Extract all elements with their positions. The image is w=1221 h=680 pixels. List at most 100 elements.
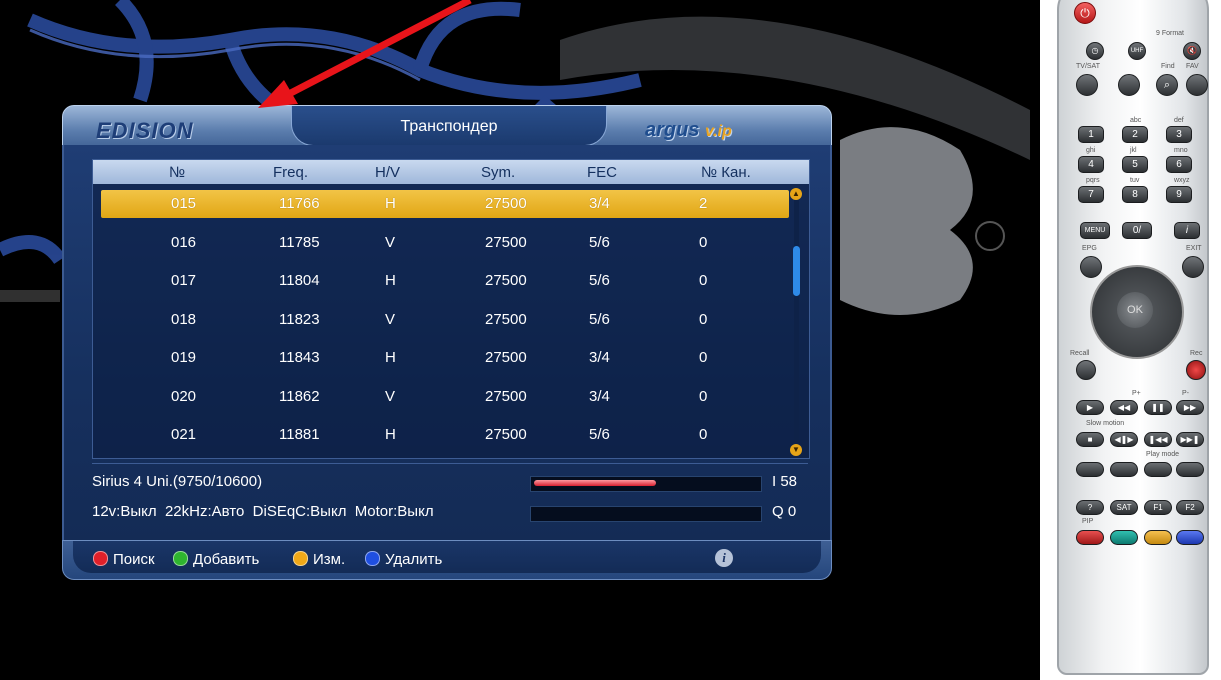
scrollbar-thumb[interactable]	[793, 246, 800, 296]
satellite-name: Sirius 4 Uni.(9750/10600)	[92, 473, 263, 490]
info-icon[interactable]: i	[715, 549, 733, 567]
table-row[interactable]: 021 11881 H 27500 5/6 0	[101, 421, 789, 449]
table-row[interactable]: 017 11804 H 27500 5/6 0	[101, 267, 789, 295]
menu-button[interactable]: MENU	[1080, 222, 1110, 239]
red-key-search[interactable]: Поиск	[93, 551, 155, 568]
table-row[interactable]: 020 11862 V 27500 3/4 0	[101, 383, 789, 411]
cell-freq: 11823	[279, 310, 320, 328]
table-row[interactable]: 016 11785 V 27500 5/6 0	[101, 229, 789, 257]
blue-remote-button[interactable]	[1176, 530, 1204, 545]
lnb-settings: 12v:Выкл 22kHz:Авто DiSEqC:Выкл Motor:Вы…	[92, 503, 434, 520]
green-remote-button[interactable]	[1110, 530, 1138, 545]
mute-button[interactable]: 🔇	[1183, 42, 1201, 60]
pause-button[interactable]: ❚❚	[1144, 400, 1172, 415]
scroll-down-icon[interactable]: ▼	[790, 444, 802, 456]
yellow-key-edit[interactable]: Изм.	[293, 551, 345, 568]
digit-3-button[interactable]: 3	[1166, 126, 1192, 143]
scroll-up-icon[interactable]: ▲	[790, 188, 802, 200]
transponder-window: EDISION Транспондер argus v.ip № Freq. H…	[62, 105, 832, 580]
digit-9-button[interactable]: 9	[1166, 186, 1192, 203]
subtitle-button[interactable]	[1118, 74, 1140, 96]
argus-logo: argus v.ip	[645, 119, 732, 142]
find-button[interactable]: ⌕	[1156, 74, 1178, 96]
previous-button[interactable]: ❚◀◀	[1144, 432, 1172, 447]
f1-button[interactable]: F1	[1144, 500, 1172, 515]
usb-button[interactable]	[1176, 462, 1204, 477]
blue-key-delete[interactable]: Удалить	[365, 551, 442, 568]
rewind-button[interactable]: ◀◀	[1110, 400, 1138, 415]
digit-7-button[interactable]: 7	[1078, 186, 1104, 203]
rec-button[interactable]	[1186, 360, 1206, 380]
cell-number: 017	[171, 272, 197, 289]
yellow-button-icon	[293, 551, 308, 566]
info-button[interactable]: i	[1174, 222, 1200, 239]
argus-logo-text: argus	[645, 119, 700, 141]
find-label: Find	[1161, 63, 1175, 70]
window-body: № Freq. H/V Sym. FEC № Кан. 015 11766 H 275…	[62, 145, 832, 540]
next-button[interactable]: ▶▶❚	[1176, 432, 1204, 447]
digit-8-button[interactable]: 8	[1122, 186, 1148, 203]
stop-button[interactable]: ■	[1076, 432, 1104, 447]
slow-motion-button[interactable]: ◀❚▶	[1110, 432, 1138, 447]
cell-polarization: H	[385, 195, 396, 212]
tv-sat-button[interactable]	[1076, 74, 1098, 96]
ok-button[interactable]: OK	[1117, 292, 1153, 328]
cell-number: 018	[171, 310, 197, 328]
fav-button[interactable]	[1186, 74, 1208, 96]
cell-channels: 0	[699, 233, 708, 251]
digit-letters-label: def	[1174, 117, 1184, 124]
digit-4-button[interactable]: 4	[1078, 156, 1104, 173]
epg-button[interactable]	[1080, 256, 1102, 278]
table-row[interactable]: 019 11843 H 27500 3/4 0	[101, 344, 789, 372]
table-row-selected[interactable]: 015 11766 H 27500 3/4 2	[101, 190, 789, 218]
cell-freq: 11862	[279, 387, 320, 405]
table-row[interactable]: 018 11823 V 27500 5/6 0	[101, 306, 789, 334]
media-button-3[interactable]	[1144, 462, 1172, 477]
intensity-bar-fill	[534, 480, 656, 486]
digit-letters-label: abc	[1130, 117, 1142, 124]
zero-button[interactable]: 0/	[1122, 222, 1152, 239]
cell-channels: 0	[699, 387, 708, 405]
cell-fec: 3/4	[589, 387, 610, 405]
clock-button[interactable]: ◷	[1086, 42, 1104, 60]
cell-polarization: V	[385, 310, 396, 328]
green-key-add[interactable]: Добавить	[173, 551, 259, 568]
digit-letters-label: tuv	[1130, 177, 1140, 184]
digit-1-button[interactable]: 1	[1078, 126, 1104, 143]
tv-screen: EDISION Транспондер argus v.ip № Freq. H…	[0, 0, 1040, 680]
help-button[interactable]: ?	[1076, 500, 1104, 515]
yellow-remote-button[interactable]	[1144, 530, 1172, 545]
scrollbar-track	[794, 194, 799, 448]
sat-button[interactable]: SAT	[1110, 500, 1138, 515]
green-key-label: Добавить	[193, 551, 260, 568]
cell-number: 021	[171, 426, 197, 443]
pip-label: PIP	[1082, 518, 1094, 525]
red-button-icon	[93, 551, 108, 566]
quality-bar	[530, 506, 762, 522]
red-key-label: Поиск	[113, 551, 155, 568]
f2-button[interactable]: F2	[1176, 500, 1204, 515]
cell-channels: 0	[699, 310, 708, 328]
navigation-pad[interactable]: OK	[1090, 265, 1184, 359]
play-mode-label: Play mode	[1146, 451, 1180, 458]
cell-symbol-rate: 27500	[485, 272, 527, 289]
uhf-button[interactable]: UHF	[1128, 42, 1146, 60]
digit-5-button[interactable]: 5	[1122, 156, 1148, 173]
digit-letters-label: wxyz	[1174, 177, 1190, 184]
media-button-2[interactable]	[1110, 462, 1138, 477]
red-remote-button[interactable]	[1076, 530, 1104, 545]
cell-symbol-rate: 27500	[485, 310, 527, 328]
scrollbar[interactable]: ▲ ▼	[790, 188, 804, 458]
digit-2-button[interactable]: 2	[1122, 126, 1148, 143]
column-header-polarization: H/V	[375, 164, 401, 181]
slow-motion-label: Slow motion	[1086, 420, 1125, 427]
media-button-1[interactable]	[1076, 462, 1104, 477]
cell-symbol-rate: 27500	[485, 426, 527, 443]
recall-button[interactable]	[1076, 360, 1096, 380]
exit-button[interactable]	[1182, 256, 1204, 278]
power-button[interactable]: ⏻	[1074, 2, 1096, 24]
fast-forward-button[interactable]: ▶▶	[1176, 400, 1204, 415]
epg-label: EPG	[1082, 245, 1097, 252]
digit-6-button[interactable]: 6	[1166, 156, 1192, 173]
play-button[interactable]: ▶	[1076, 400, 1104, 415]
